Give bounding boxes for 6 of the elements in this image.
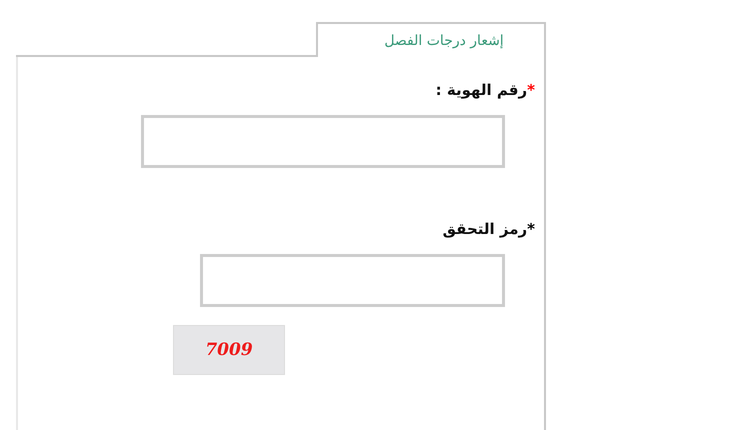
input-field[interactable] — [200, 254, 505, 307]
captcha-code: 7009 — [173, 325, 285, 375]
field-label: * رمز التحقق — [442, 220, 535, 238]
field-label: * رقم الهوية : — [436, 81, 535, 99]
form-tab[interactable]: إشعار درجات الفصل — [316, 22, 546, 57]
input-field[interactable] — [141, 115, 505, 168]
